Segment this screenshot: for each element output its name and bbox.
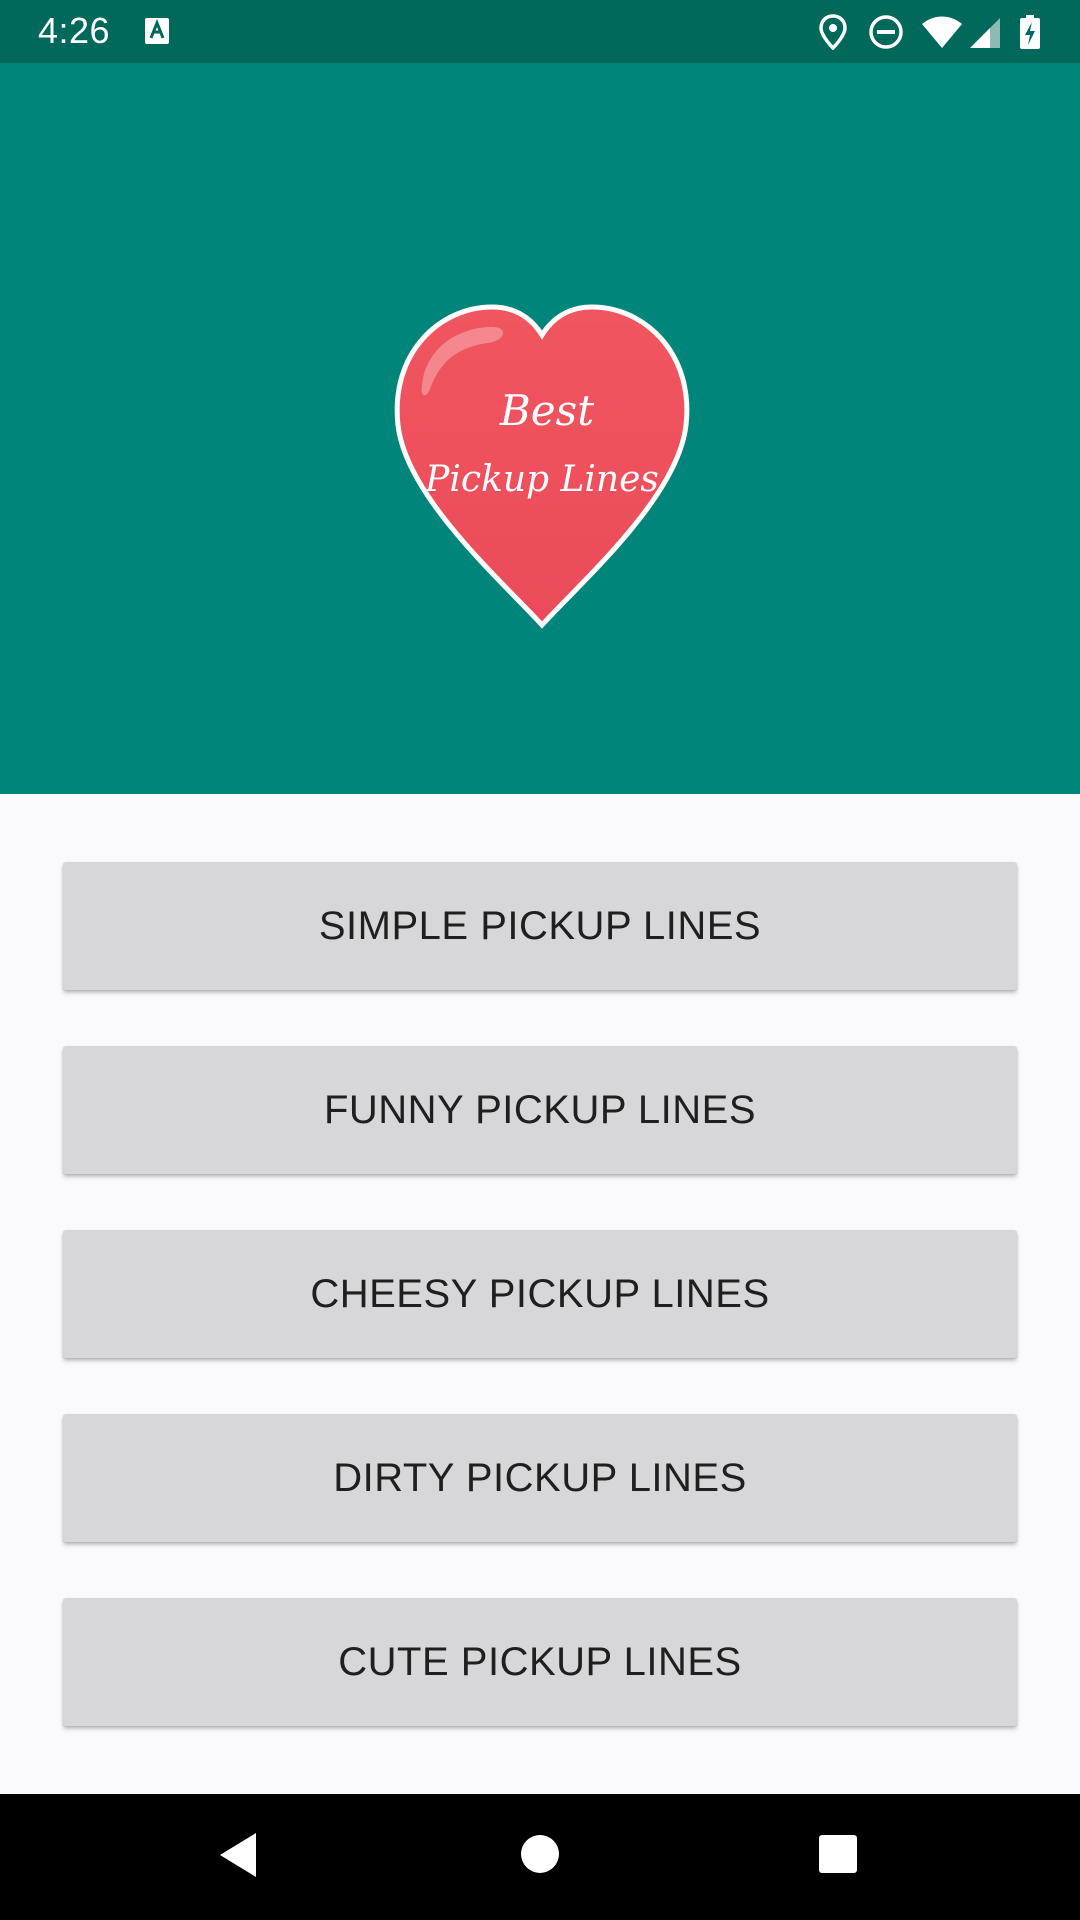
funny-pickup-lines-button[interactable]: FUNNY PICKUP LINES [63, 1046, 1017, 1174]
back-icon[interactable] [216, 1830, 260, 1880]
heart-logo-icon: Best Pickup Lines [394, 304, 690, 629]
dirty-pickup-lines-button[interactable]: DIRTY PICKUP LINES [63, 1414, 1017, 1542]
cheesy-pickup-lines-button[interactable]: CHEESY PICKUP LINES [63, 1230, 1017, 1358]
home-icon[interactable] [520, 1834, 560, 1874]
recents-icon[interactable] [818, 1834, 858, 1874]
signal-icon [970, 18, 1000, 48]
cute-pickup-lines-button[interactable]: CUTE PICKUP LINES [63, 1598, 1017, 1726]
status-bar: 4:26 [0, 0, 1080, 63]
status-time: 4:26 [38, 10, 111, 51]
header-banner: Best Pickup Lines [0, 63, 1080, 794]
location-icon [819, 14, 847, 50]
navigation-bar [0, 1794, 1080, 1920]
category-menu: SIMPLE PICKUP LINES FUNNY PICKUP LINES C… [0, 794, 1080, 1794]
a-notification-icon [145, 18, 169, 44]
battery-charging-icon [1020, 15, 1040, 49]
wifi-icon [922, 16, 962, 48]
simple-pickup-lines-button[interactable]: SIMPLE PICKUP LINES [63, 862, 1017, 990]
logo-line-1: Best [499, 386, 594, 435]
do-not-disturb-icon [869, 15, 903, 49]
logo-line-2: Pickup Lines [424, 459, 659, 500]
